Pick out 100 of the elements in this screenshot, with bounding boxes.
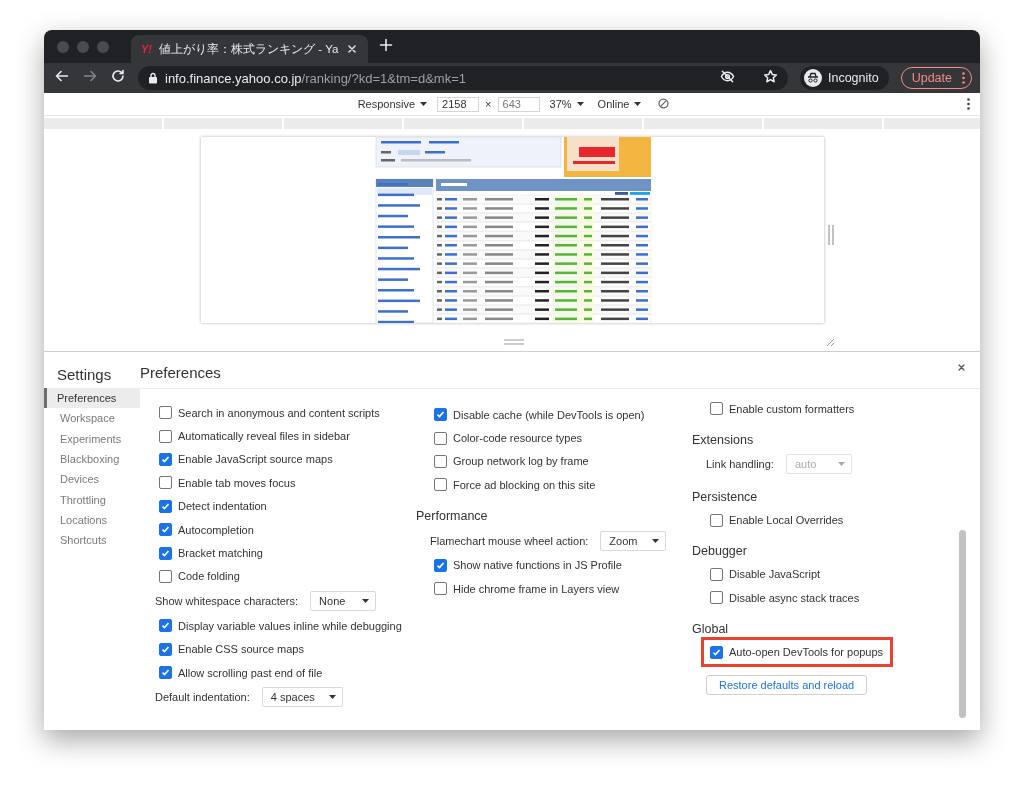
- reload-icon[interactable]: [110, 68, 126, 84]
- profile-button[interactable]: Incognito: [799, 66, 889, 90]
- sidebar-item[interactable]: Blackboxing: [44, 448, 140, 470]
- plus-icon[interactable]: [378, 36, 395, 53]
- sidebar-item[interactable]: Preferences: [44, 388, 140, 409]
- star-icon[interactable]: [762, 69, 778, 84]
- option-label: Automatically reveal files in sidebar: [178, 430, 350, 443]
- option-label: Color-code resource types: [453, 432, 582, 445]
- option-label: Enable JavaScript source maps: [178, 453, 333, 466]
- settings-title: Settings: [56, 366, 113, 383]
- checkbox[interactable]: [434, 454, 447, 468]
- browser-tab[interactable]: Y! 値上がり率：株式ランキング - Ya: [131, 35, 369, 63]
- checkbox[interactable]: [710, 402, 723, 416]
- section-heading: Persistence: [692, 488, 758, 506]
- corner-resize-icon[interactable]: [826, 338, 835, 347]
- sidebar-item[interactable]: Experiments: [44, 428, 140, 449]
- back-arrow-icon[interactable]: [54, 68, 70, 84]
- option-label: Bracket matching: [178, 547, 263, 560]
- section-heading: Global: [692, 621, 729, 639]
- checkbox[interactable]: [159, 642, 172, 656]
- checkbox[interactable]: [434, 431, 447, 445]
- option-label: Disable JavaScript: [729, 568, 821, 581]
- checkbox[interactable]: [434, 558, 447, 572]
- checkbox[interactable]: [434, 408, 447, 422]
- sidebar-item[interactable]: Devices: [44, 469, 140, 490]
- address-bar[interactable]: info.finance.yahoo.co.jp/ranking/?kd=1&tm=d&mk=1: [138, 66, 788, 90]
- eye-slash-icon[interactable]: [719, 69, 735, 84]
- section-heading: Extensions: [692, 431, 754, 449]
- forward-arrow-icon[interactable]: [82, 68, 98, 84]
- kebab-menu-icon: [962, 72, 965, 84]
- url-text: info.finance.yahoo.co.jp/ranking/?kd=1&tm=d&mk=1: [165, 70, 466, 86]
- sidebar-item[interactable]: Throttling: [44, 489, 140, 510]
- resize-handle-icon[interactable]: [828, 225, 834, 245]
- section-heading: Performance: [416, 508, 488, 526]
- checkmark-icon: [161, 621, 170, 631]
- option-label: Enable custom formatters: [729, 402, 855, 415]
- caret-icon: [576, 102, 584, 106]
- option-label: Allow scrolling past end of file: [178, 666, 323, 679]
- sidebar-item[interactable]: Locations: [44, 509, 140, 531]
- checkbox[interactable]: [159, 476, 172, 490]
- dropdown[interactable]: 4 spaces: [261, 687, 343, 708]
- option-label: Enable CSS source maps: [178, 643, 304, 656]
- page-title: Preferences: [140, 363, 221, 381]
- option-label: Disable cache (while DevTools is open): [453, 408, 645, 421]
- caret-icon: [837, 462, 845, 467]
- option-label: Enable Local Overrides: [729, 514, 844, 527]
- checkmark-icon: [161, 525, 170, 535]
- sidebar-item[interactable]: Workspace: [44, 408, 140, 429]
- option-label: Show native functions in JS Profile: [453, 559, 622, 572]
- checkbox[interactable]: [710, 513, 723, 527]
- caret-icon: [362, 599, 370, 604]
- dropdown[interactable]: Zoom: [600, 530, 667, 551]
- option-label: Autocompletion: [178, 523, 254, 536]
- checkbox[interactable]: [159, 499, 172, 513]
- checkbox[interactable]: [159, 406, 172, 420]
- dimension-separator: ×: [485, 98, 492, 110]
- checkbox[interactable]: [710, 645, 723, 659]
- tab-title: 値上がり率：株式ランキング - Ya: [159, 41, 339, 57]
- network-dropdown[interactable]: Online: [593, 98, 646, 110]
- option-label: Display variable values inline while debugging: [178, 619, 402, 632]
- option-label: Hide chrome frame in Layers view: [453, 582, 620, 595]
- checkmark-icon: [161, 644, 170, 654]
- select-label: Link handling:: [706, 458, 774, 471]
- kebab-menu-icon[interactable]: [967, 98, 970, 110]
- scale-dropdown[interactable]: 37%: [545, 98, 588, 110]
- checkbox[interactable]: [159, 619, 172, 633]
- checkbox[interactable]: [159, 666, 172, 680]
- checkbox[interactable]: [159, 569, 172, 583]
- select-label: Show whitespace characters:: [155, 595, 299, 608]
- option-label: Group network log by frame: [453, 455, 589, 468]
- checkbox[interactable]: [159, 429, 172, 443]
- sidebar-item[interactable]: Shortcuts: [44, 530, 140, 551]
- checkbox[interactable]: [710, 591, 723, 605]
- checkbox[interactable]: [159, 523, 172, 537]
- checkmark-icon: [161, 548, 170, 558]
- scrollbar-thumb[interactable]: [959, 530, 966, 718]
- checkmark-icon: [161, 668, 170, 678]
- caret-icon: [652, 538, 660, 543]
- width-field[interactable]: 2158: [437, 96, 480, 112]
- height-field[interactable]: 643: [497, 96, 540, 112]
- checkbox[interactable]: [434, 582, 447, 596]
- checkbox[interactable]: [159, 452, 172, 466]
- option-label: Disable async stack traces: [729, 591, 860, 604]
- checkbox[interactable]: [710, 567, 723, 581]
- checkbox[interactable]: [159, 546, 172, 560]
- resize-handle-icon[interactable]: [504, 339, 524, 345]
- checkmark-icon: [161, 501, 170, 511]
- site-favicon: Y!: [141, 43, 152, 55]
- incognito-icon: [803, 69, 822, 87]
- lock-icon: [148, 72, 158, 84]
- select-label: Flamechart mouse wheel action:: [430, 534, 589, 547]
- checkbox[interactable]: [434, 478, 447, 492]
- device-dropdown[interactable]: Responsive: [353, 98, 432, 110]
- dropdown[interactable]: None: [310, 591, 377, 612]
- section-heading: Debugger: [692, 543, 747, 561]
- checkmark-icon: [436, 560, 445, 570]
- option-label: Code folding: [178, 570, 240, 583]
- option-label: Enable tab moves focus: [178, 476, 296, 489]
- option-label: Auto-open DevTools for popups: [729, 646, 884, 659]
- restore-defaults-button[interactable]: Restore defaults and reload: [706, 674, 868, 695]
